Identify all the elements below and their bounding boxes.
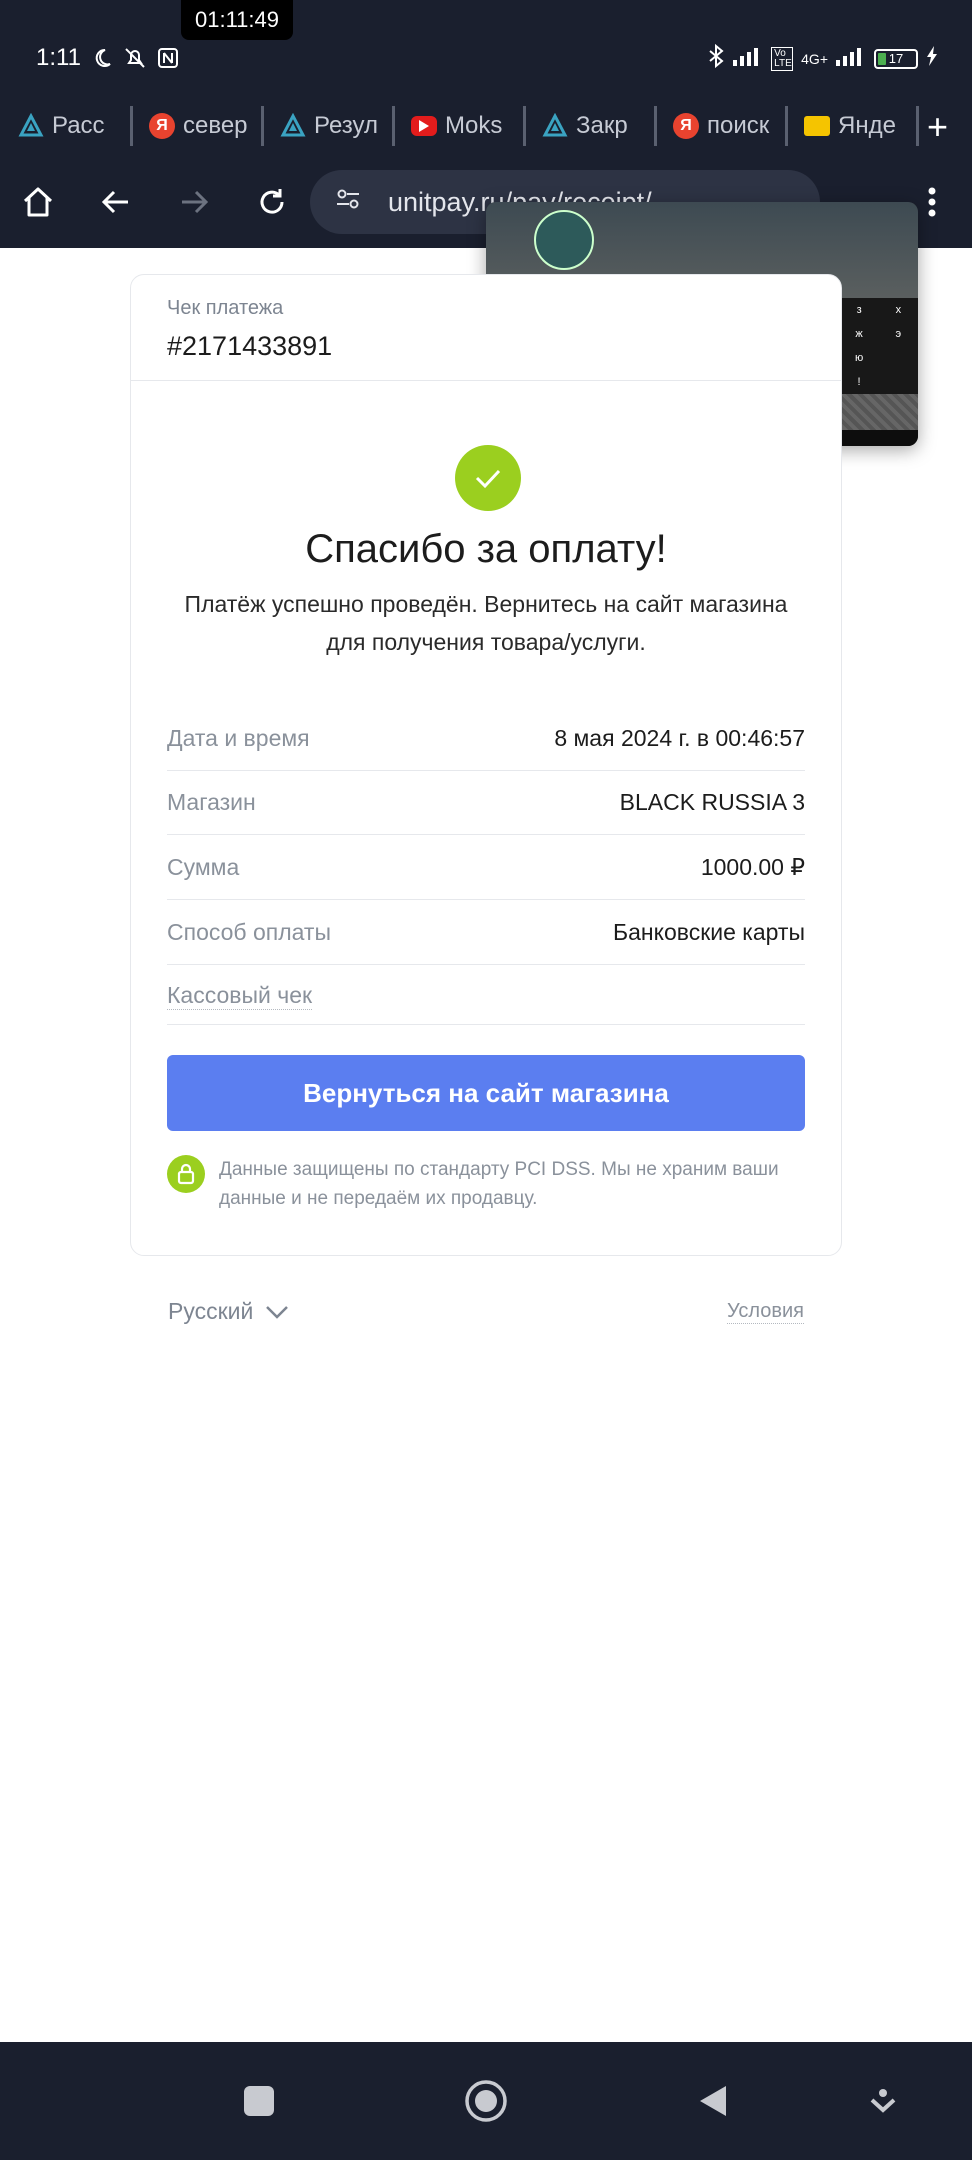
overlay-key: х xyxy=(895,304,902,316)
charging-icon xyxy=(926,46,938,71)
reload-icon[interactable] xyxy=(246,176,298,228)
details-row-datetime: Дата и время 8 мая 2024 г. в 00:46:57 xyxy=(167,707,805,771)
recents-square-icon[interactable] xyxy=(234,2076,284,2126)
details-row-amount: Сумма 1000.00 ₽ xyxy=(167,836,805,900)
browser-tab[interactable]: Япоиск xyxy=(673,106,788,146)
overlay-key: ю xyxy=(854,352,864,364)
recording-timer: 01:11:49 xyxy=(181,0,293,40)
thanks-title: Спасибо за оплату! xyxy=(305,527,667,571)
overlay-key: ж xyxy=(855,328,863,340)
mute-icon xyxy=(123,46,147,70)
chevron-down-icon xyxy=(265,1298,289,1325)
forward-arrow-icon[interactable] xyxy=(168,176,220,228)
details-value: 1000.00 ₽ xyxy=(700,854,805,880)
trident-icon xyxy=(280,113,306,139)
browser-tab[interactable]: Moks xyxy=(411,106,526,146)
yandex-icon: Я xyxy=(149,113,175,139)
tab-label: Закр xyxy=(576,112,628,139)
details-value: Банковские карты xyxy=(613,919,805,945)
trident-icon xyxy=(18,113,44,139)
lock-icon xyxy=(167,1155,205,1193)
overlay-key: ! xyxy=(857,376,861,388)
moon-icon xyxy=(91,47,113,69)
minimap xyxy=(534,210,594,270)
browser-tab[interactable]: Резул xyxy=(280,106,395,146)
overlay-key: э xyxy=(895,328,902,340)
tab-label: Moks xyxy=(445,112,503,139)
new-tab-plus-icon[interactable]: + xyxy=(927,106,948,148)
return-to-shop-button[interactable]: Вернуться на сайт магазина xyxy=(167,1055,805,1131)
system-nav-bar xyxy=(0,2042,972,2160)
signal-icon-2 xyxy=(836,46,866,71)
receipt-number: #2171433891 xyxy=(167,331,333,361)
browser-tab-strip: Расс Ясевер Резул Moks Закр Япоиск Янде + xyxy=(0,96,972,156)
receipt-card: Чек платежа #2171433891 Спасибо за оплат… xyxy=(130,274,842,1256)
cash-receipt-link[interactable]: Кассовый чек xyxy=(167,982,313,1010)
status-time-group: 1:11 xyxy=(36,44,179,72)
tab-label: север xyxy=(183,112,248,139)
terms-link[interactable]: Условия xyxy=(726,1300,804,1324)
tab-label: Янде xyxy=(838,112,896,139)
details-row-shop: Магазин BLACK RUSSIA 3 xyxy=(167,771,805,835)
details-value: 8 мая 2024 г. в 00:46:57 xyxy=(554,725,805,751)
tab-label: Расс xyxy=(52,112,105,139)
security-note: Данные защищены по стандарту PCI DSS. Мы… xyxy=(167,1155,805,1213)
yandex-icon: Я xyxy=(673,113,699,139)
details-key: Способ оплаты xyxy=(167,919,331,945)
battery-icon: 17 xyxy=(874,48,918,69)
details-key: Сумма xyxy=(167,854,240,880)
browser-tab[interactable]: Закр xyxy=(542,106,657,146)
details-row-payment-method: Способ оплаты Банковские карты xyxy=(167,901,805,965)
success-check-icon xyxy=(455,445,521,511)
status-indicators: Vo LTE 4G+ 17 xyxy=(707,43,938,73)
browser-tab[interactable]: Расс xyxy=(18,106,133,146)
trident-icon xyxy=(542,113,568,139)
receipt-label: Чек платежа xyxy=(167,297,284,319)
youtube-icon xyxy=(411,116,437,136)
home-icon[interactable] xyxy=(12,176,64,228)
signal-icon xyxy=(733,46,763,71)
volte-icon: Vo LTE xyxy=(771,46,794,71)
language-label: Русский xyxy=(168,1298,254,1324)
details-value: BLACK RUSSIA 3 xyxy=(619,789,805,815)
receipt-header: Чек платежа #2171433891 xyxy=(131,275,841,381)
site-settings-icon[interactable] xyxy=(334,185,362,220)
security-text: Данные защищены по стандарту PCI DSS. Мы… xyxy=(219,1159,779,1209)
tab-label: Резул xyxy=(314,112,378,139)
tab-label: поиск xyxy=(707,112,770,139)
collapse-nav-icon[interactable] xyxy=(858,2076,908,2126)
network-type: 4G+ xyxy=(801,50,828,67)
nfc-icon xyxy=(157,47,179,69)
yandex-images-icon xyxy=(804,116,830,136)
back-triangle-icon[interactable] xyxy=(688,2076,738,2126)
home-circle-icon[interactable] xyxy=(461,2076,511,2126)
language-selector[interactable]: Русский xyxy=(168,1298,289,1325)
success-message: Платёж успешно проведён. Вернитесь на са… xyxy=(184,591,788,655)
browser-tab[interactable]: Янде xyxy=(804,106,919,146)
back-arrow-icon[interactable] xyxy=(90,176,142,228)
details-key: Дата и время xyxy=(167,725,310,751)
overlay-key: з xyxy=(856,304,862,316)
details-key: Магазин xyxy=(167,789,256,815)
browser-tab[interactable]: Ясевер xyxy=(149,106,264,146)
bluetooth-icon xyxy=(707,43,725,73)
status-bar: 01:11:49 1:11 Vo LTE 4G+ 17 xyxy=(0,0,972,96)
cash-receipt-row: Кассовый чек xyxy=(167,967,805,1025)
status-time: 1:11 xyxy=(36,44,81,71)
